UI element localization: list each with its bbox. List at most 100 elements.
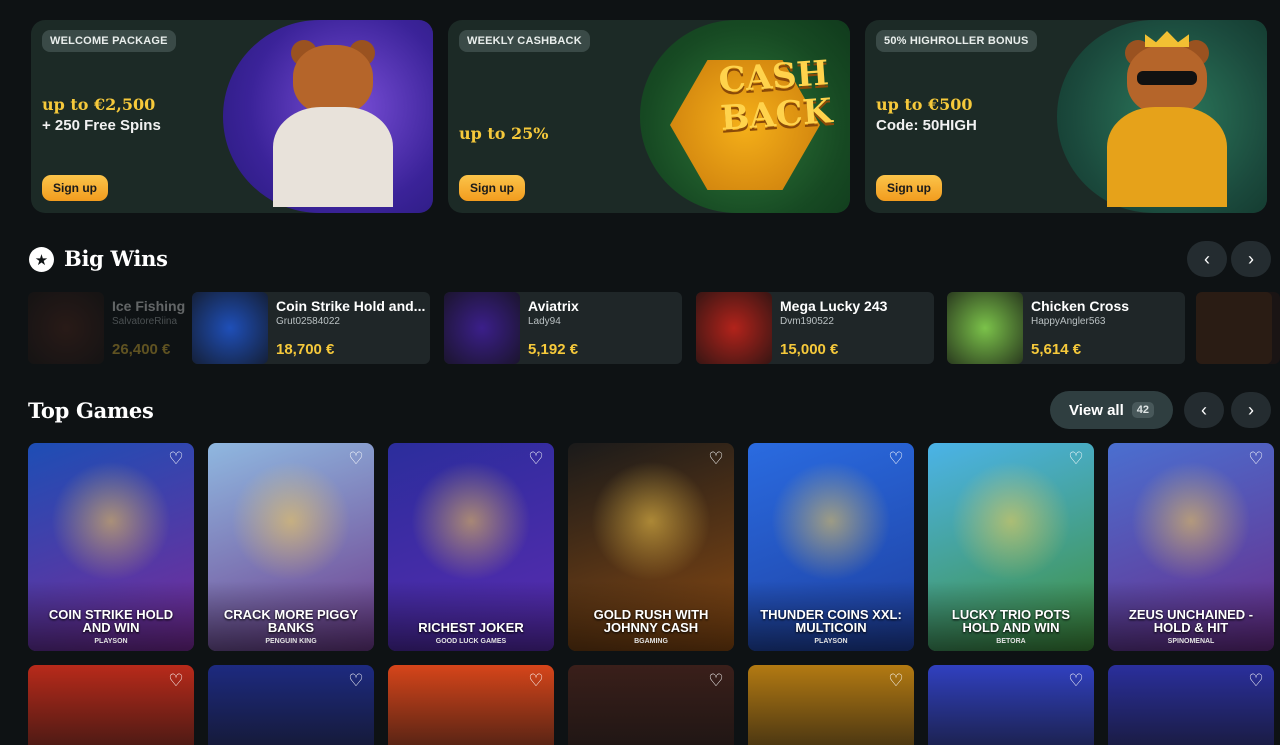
promo-tag: WEEKLY CASHBACK: [459, 30, 590, 52]
promo-welcome-package[interactable]: WELCOME PACKAGE up to €2,500 + 250 Free …: [31, 20, 433, 213]
big-win-user: SalvatoreRiina: [112, 316, 178, 327]
game-thumbnail: [947, 292, 1023, 364]
chevron-left-icon: ‹: [1201, 399, 1207, 420]
big-win-item[interactable]: Aviatrix Lady94 5,192 €: [444, 292, 682, 364]
game-thumbnail: [28, 292, 104, 364]
game-title: CRACK MORE PIGGY BANKS: [223, 607, 359, 635]
heart-icon[interactable]: ♡: [526, 450, 546, 468]
cashback-art-text: CASH BACK: [717, 53, 834, 139]
game-card[interactable]: ♡: [748, 665, 914, 745]
heart-icon[interactable]: ♡: [1246, 672, 1266, 690]
big-win-game: Ice Fishing: [112, 298, 186, 314]
game-art: [231, 461, 351, 581]
heart-icon[interactable]: ♡: [886, 450, 906, 468]
big-win-game: Aviatrix: [528, 298, 579, 314]
promo-highroller-bonus[interactable]: 50% HIGHROLLER BONUS up to €500 Code: 50…: [865, 20, 1267, 213]
star-icon: ★: [29, 247, 54, 272]
game-thumbnail: [192, 292, 268, 364]
big-win-user: Dvm190522: [780, 316, 834, 327]
big-win-amount: 26,400 €: [112, 341, 171, 358]
game-provider: SPINOMENAL: [1167, 638, 1215, 645]
big-win-item-partial[interactable]: [1196, 292, 1280, 364]
game-card[interactable]: ♡ THUNDER COINS XXL: MULTICOIN PLAYSON: [748, 443, 914, 651]
heart-icon[interactable]: ♡: [526, 672, 546, 690]
promo-art: CASH BACK: [640, 20, 850, 213]
promo-headline: up to 25%: [459, 124, 549, 143]
top-games-next-button[interactable]: ›: [1231, 392, 1271, 428]
big-wins-next-button[interactable]: ›: [1231, 241, 1271, 277]
game-title: THUNDER COINS XXL: MULTICOIN: [760, 607, 902, 635]
game-card[interactable]: ♡: [928, 665, 1094, 745]
promo-subline: Code: 50HIGH: [876, 117, 977, 134]
big-win-item[interactable]: Ice Fishing SalvatoreRiina 26,400 €: [28, 292, 186, 364]
game-card[interactable]: ♡ COIN STRIKE HOLD AND WIN PLAYSON: [28, 443, 194, 651]
big-win-user: Grut02584022: [276, 316, 340, 327]
game-card[interactable]: ♡ GOLD RUSH WITH JOHNNY CASH BGAMING: [568, 443, 734, 651]
heart-icon[interactable]: ♡: [166, 450, 186, 468]
big-wins-list: Ice Fishing SalvatoreRiina 26,400 € Coin…: [0, 292, 1280, 364]
promo-tag: WELCOME PACKAGE: [42, 30, 176, 52]
promo-tag: 50% HIGHROLLER BONUS: [876, 30, 1037, 52]
top-games-grid: ♡ COIN STRIKE HOLD AND WIN PLAYSON ♡ CRA…: [28, 443, 1274, 651]
heart-icon[interactable]: ♡: [706, 450, 726, 468]
game-provider: PENGUIN KING: [265, 638, 317, 645]
promo-headline: up to €2,500: [42, 95, 156, 114]
bear-king-illustration: [1107, 31, 1227, 207]
game-title: RICHEST JOKER: [418, 620, 524, 635]
promo-headline: up to €500: [876, 95, 973, 114]
game-card[interactable]: ♡ RICHEST JOKER GOOD LUCK GAMES: [388, 443, 554, 651]
game-thumbnail: [696, 292, 772, 364]
game-card[interactable]: ♡ LUCKY TRIO POTS HOLD AND WIN BETORA: [928, 443, 1094, 651]
big-wins-prev-button[interactable]: ‹: [1187, 241, 1227, 277]
chevron-left-icon: ‹: [1204, 248, 1210, 269]
signup-button[interactable]: Sign up: [876, 175, 942, 201]
sunglasses-icon: [1137, 71, 1197, 85]
heart-icon[interactable]: ♡: [706, 672, 726, 690]
game-title: GOLD RUSH WITH JOHNNY CASH: [593, 607, 709, 635]
game-art: [951, 461, 1071, 581]
game-card[interactable]: ♡: [28, 665, 194, 745]
heart-icon[interactable]: ♡: [346, 672, 366, 690]
big-win-amount: 18,700 €: [276, 341, 335, 358]
game-art: [591, 461, 711, 581]
game-art: [411, 461, 531, 581]
heart-icon[interactable]: ♡: [886, 672, 906, 690]
game-provider: GOOD LUCK GAMES: [435, 638, 507, 645]
big-win-amount: 5,614 €: [1031, 341, 1082, 358]
promo-weekly-cashback[interactable]: CASH BACK WEEKLY CASHBACK up to 25% Sign…: [448, 20, 850, 213]
game-provider: PLAYSON: [94, 638, 128, 645]
game-provider: BGAMING: [634, 638, 668, 645]
big-win-item[interactable]: Mega Lucky 243 Dvm190522 15,000 €: [696, 292, 934, 364]
top-games-grid-row2: ♡ ♡ ♡ ♡ ♡ ♡ ♡: [28, 665, 1274, 745]
heart-icon[interactable]: ♡: [346, 450, 366, 468]
promo-art: [223, 20, 433, 213]
game-card[interactable]: ♡: [1108, 665, 1274, 745]
heart-icon[interactable]: ♡: [1066, 672, 1086, 690]
big-wins-title: Big Wins: [64, 246, 168, 271]
chevron-right-icon: ›: [1248, 399, 1254, 420]
heart-icon[interactable]: ♡: [1066, 450, 1086, 468]
view-all-label: View all: [1068, 401, 1124, 419]
big-win-item[interactable]: Coin Strike Hold and... Grut02584022 18,…: [192, 292, 430, 364]
top-games-title: Top Games: [28, 398, 154, 423]
signup-button[interactable]: Sign up: [459, 175, 525, 201]
game-art: [51, 461, 171, 581]
chevron-right-icon: ›: [1248, 248, 1254, 269]
game-title: LUCKY TRIO POTS HOLD AND WIN: [951, 607, 1071, 635]
promo-subline: + 250 Free Spins: [42, 117, 161, 134]
game-card[interactable]: ♡ ZEUS UNCHAINED - HOLD & HIT SPINOMENAL: [1108, 443, 1274, 651]
big-win-item[interactable]: Chicken Cross HappyAngler563 5,614 €: [947, 292, 1185, 364]
view-all-button[interactable]: View all 42: [1050, 391, 1173, 429]
heart-icon[interactable]: ♡: [166, 672, 186, 690]
crown-icon: [1145, 31, 1189, 47]
signup-button[interactable]: Sign up: [42, 175, 108, 201]
game-art: [1131, 461, 1251, 581]
game-card[interactable]: ♡: [388, 665, 554, 745]
game-card[interactable]: ♡ CRACK MORE PIGGY BANKS PENGUIN KING: [208, 443, 374, 651]
top-games-prev-button[interactable]: ‹: [1184, 392, 1224, 428]
game-card[interactable]: ♡: [568, 665, 734, 745]
game-provider: PLAYSON: [814, 638, 848, 645]
heart-icon[interactable]: ♡: [1246, 450, 1266, 468]
game-card[interactable]: ♡: [208, 665, 374, 745]
big-win-amount: 5,192 €: [528, 341, 579, 358]
